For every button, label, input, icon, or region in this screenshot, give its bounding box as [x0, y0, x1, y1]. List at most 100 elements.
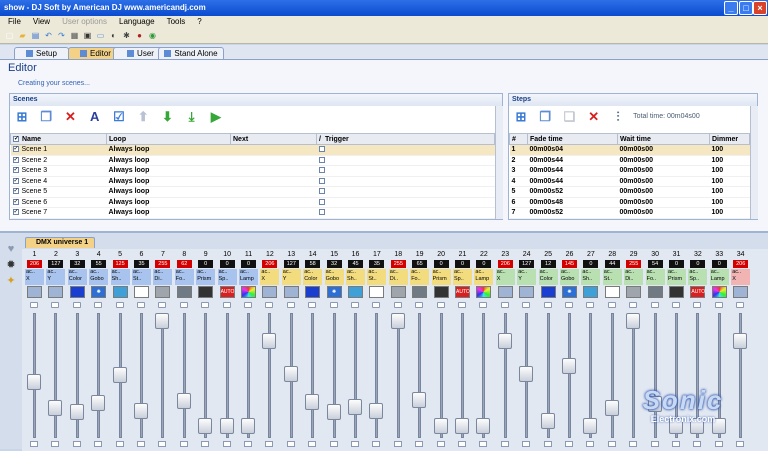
channel-down-button[interactable] [72, 441, 81, 447]
step-wait-cell[interactable]: 00m00s00 [617, 207, 710, 219]
fader-handle[interactable] [583, 418, 598, 434]
table-row[interactable]: 3 00m00s44 00m00s00 100 [509, 165, 750, 177]
channel-up-button[interactable] [500, 302, 509, 308]
channel-down-button[interactable] [479, 441, 488, 447]
focus-icon[interactable] [412, 286, 428, 298]
menu-item-help[interactable]: ? [197, 17, 201, 26]
step-fade-cell[interactable]: 00m00s48 [527, 197, 618, 208]
channel-down-button[interactable] [714, 441, 723, 447]
trigger-checkbox[interactable] [318, 167, 325, 174]
fader-handle[interactable] [219, 418, 234, 434]
scene-trigger-cell[interactable] [316, 155, 495, 166]
shutter-icon[interactable] [112, 286, 128, 298]
copy-scene-icon[interactable]: ❐ [37, 108, 55, 126]
mixer-icon[interactable]: ⫶ [609, 108, 627, 126]
step-wait-cell[interactable]: 00m00s00 [617, 197, 710, 208]
step-fade-cell[interactable]: 00m00s44 [527, 176, 618, 187]
channel-up-button[interactable] [522, 302, 531, 308]
pan-icon[interactable] [733, 286, 749, 298]
channel-down-button[interactable] [222, 441, 231, 447]
channel-up-button[interactable] [650, 302, 659, 308]
scene-loop-cell[interactable]: Always loop [106, 176, 231, 187]
channel-up-button[interactable] [265, 302, 274, 308]
channel-down-button[interactable] [693, 441, 702, 447]
channel-down-button[interactable] [265, 441, 274, 447]
lamp-icon[interactable] [711, 286, 727, 298]
scene-enabled-checkbox[interactable]: ✓ [12, 198, 19, 205]
scene-name-cell[interactable]: ✓ Scene 7 [10, 207, 107, 219]
gobo-icon[interactable]: ✺ [562, 286, 577, 298]
add-scene-icon[interactable]: ⊞ [13, 108, 31, 126]
channel-down-button[interactable] [308, 441, 317, 447]
channel-up-button[interactable] [308, 302, 317, 308]
channel-up-button[interactable] [586, 302, 595, 308]
channel-down-button[interactable] [607, 441, 616, 447]
add-step-icon[interactable]: ⊞ [512, 108, 530, 126]
menu-item-file[interactable]: File [8, 17, 21, 26]
fader-handle[interactable] [112, 366, 127, 383]
tilt-icon[interactable] [283, 286, 299, 298]
shutter-icon[interactable] [583, 286, 599, 298]
fader-track[interactable] [503, 313, 507, 438]
scene-trigger-cell[interactable] [316, 176, 495, 187]
undo-icon[interactable]: ↶ [43, 30, 54, 41]
prism-icon[interactable] [433, 286, 449, 298]
gear-icon[interactable]: ✱ [121, 30, 132, 41]
channel-down-button[interactable] [351, 441, 359, 447]
step-fade-cell[interactable]: 00m00s52 [527, 186, 618, 198]
color-icon[interactable] [305, 286, 321, 298]
step-fade-cell[interactable]: 00m00s44 [527, 155, 618, 166]
heart-icon[interactable]: ♥ [4, 243, 18, 255]
import-icon[interactable]: ⤓ [183, 108, 201, 126]
auto-icon[interactable]: AUTO [455, 286, 470, 298]
channel-down-button[interactable] [179, 441, 188, 447]
channel-up-button[interactable] [94, 302, 103, 308]
pan-icon[interactable] [262, 286, 278, 298]
scene-name-cell[interactable]: ✓ Scene 1 [10, 144, 107, 156]
table-row[interactable]: ✓ Scene 5 Always loop [10, 186, 495, 198]
scenes-scrollbar[interactable] [495, 106, 503, 219]
channel-up-button[interactable] [436, 302, 445, 308]
column-number[interactable]: # [509, 133, 528, 145]
focus-icon[interactable] [647, 286, 663, 298]
dimmer-icon[interactable] [626, 286, 642, 298]
save-icon[interactable]: ▤ [30, 30, 41, 41]
fader-track[interactable] [568, 313, 571, 438]
scene-enabled-checkbox[interactable]: ✓ [12, 188, 19, 195]
scene-enabled-checkbox[interactable]: ✓ [12, 209, 19, 216]
channel-up-button[interactable] [415, 302, 424, 308]
step-fade-cell[interactable]: 00m00s04 [527, 144, 618, 156]
channel-up-button[interactable] [30, 302, 38, 308]
pan-icon[interactable] [497, 286, 513, 298]
gear-icon[interactable]: ✹ [4, 259, 18, 271]
channel-down-button[interactable] [650, 441, 659, 447]
scene-trigger-cell[interactable] [316, 186, 495, 198]
table-row[interactable]: ✓ Scene 3 Always loop [10, 165, 495, 177]
fader-handle[interactable] [241, 418, 255, 434]
channel-down-button[interactable] [329, 441, 338, 447]
channel-up-button[interactable] [629, 302, 638, 308]
channel-down-button[interactable] [672, 441, 680, 447]
column-fade-time[interactable]: Fade time [527, 133, 618, 145]
menu-item-view[interactable]: View [33, 17, 50, 26]
channel-down-button[interactable] [543, 441, 552, 447]
channel-down-button[interactable] [137, 441, 145, 447]
fader-handle[interactable] [348, 399, 362, 416]
copy-step-icon[interactable]: ❐ [536, 108, 554, 126]
redo-icon[interactable]: ↷ [56, 30, 67, 41]
scene-name-cell[interactable]: ✓ Scene 4 [10, 176, 107, 187]
step-dimmer-cell[interactable]: 100 [709, 186, 750, 198]
channel-down-button[interactable] [436, 441, 445, 447]
auto-icon[interactable]: AUTO [690, 286, 706, 298]
channel-up-button[interactable] [179, 302, 188, 308]
fader-handle[interactable] [27, 373, 41, 390]
channel-down-button[interactable] [500, 441, 509, 447]
channel-up-button[interactable] [115, 302, 124, 308]
step-wait-cell[interactable]: 00m00s00 [617, 144, 710, 156]
step-fade-cell[interactable]: 00m00s44 [527, 165, 618, 177]
pan-icon[interactable] [27, 286, 42, 298]
channel-up-button[interactable] [351, 302, 359, 308]
menu-item-user-options[interactable]: User options [62, 17, 107, 26]
channel-up-button[interactable] [672, 302, 680, 308]
channel-down-button[interactable] [158, 441, 167, 447]
